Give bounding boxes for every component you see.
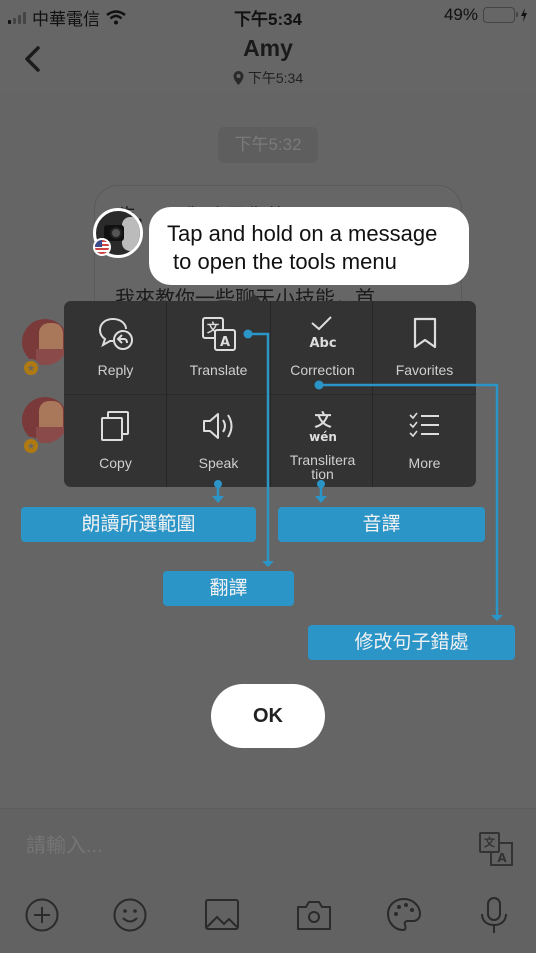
tooltip: Tap and hold on a message to open the to… <box>149 207 469 285</box>
menu-item-label: Favorites <box>395 362 454 378</box>
smiley-icon[interactable] <box>112 897 148 933</box>
menu-item-label: Translate <box>189 362 248 378</box>
menu-item-more[interactable]: More <box>373 394 476 487</box>
tooltip-line2: to open the tools menu <box>173 249 397 274</box>
callout-correction: 修改句子錯處 <box>308 625 515 660</box>
reply-bubble-icon <box>98 318 133 350</box>
menu-item-label: Correction <box>290 362 355 378</box>
callout-speak: 朗讀所選範圍 <box>21 507 256 542</box>
menu-item-label: Copy <box>99 455 132 471</box>
message-timestamp: 下午5:32 <box>218 127 318 163</box>
menu-item-transliteration[interactable]: 文 wén Translitera tion <box>271 394 374 487</box>
svg-text:文: 文 <box>314 410 332 431</box>
image-icon[interactable] <box>204 897 240 933</box>
menu-item-label: Translitera tion <box>289 452 356 482</box>
callout-transliteration: 音譯 <box>278 507 485 542</box>
nav-bar: Amy 下午5:34 <box>0 30 536 92</box>
camera-icon[interactable] <box>296 897 332 933</box>
message-tools-menu: Reply 文A Translate Abc Correction Favori… <box>64 294 476 487</box>
menu-item-reply[interactable]: Reply <box>64 301 167 394</box>
status-bar: 中華電信 下午5:34 49% <box>0 0 536 30</box>
message-input[interactable] <box>26 835 446 858</box>
location-pin-icon <box>233 71 244 85</box>
battery-percent: 49% <box>443 5 478 24</box>
last-seen: 下午5:34 <box>247 70 304 86</box>
translate-icon: 文A <box>201 317 236 351</box>
charging-bolt-icon <box>521 8 527 22</box>
plus-circle-icon[interactable] <box>24 897 60 933</box>
svg-text:Abc: Abc <box>309 336 336 351</box>
menu-item-correction[interactable]: Abc Correction <box>271 301 374 394</box>
svg-text:文: 文 <box>484 835 496 849</box>
svg-text:wén: wén <box>309 430 337 444</box>
palette-icon[interactable] <box>386 897 422 933</box>
contact-name: Amy <box>243 35 293 61</box>
checklist-icon <box>408 412 439 438</box>
copy-icon <box>100 411 129 441</box>
star-badge-icon: ★ <box>22 359 40 377</box>
us-flag-icon <box>93 238 111 256</box>
menu-item-translate[interactable]: 文A Translate <box>167 301 270 394</box>
callout-translate: 翻譯 <box>163 571 294 606</box>
microphone-icon[interactable] <box>476 897 512 933</box>
menu-item-copy[interactable]: Copy <box>64 394 167 487</box>
battery-icon <box>483 7 518 23</box>
screen: 中華電信 下午5:34 49% Amy 下午5:34 下午5:32 嗨， ：我叫… <box>0 0 536 953</box>
menu-item-label: Reply <box>97 362 134 378</box>
svg-text:A: A <box>219 335 229 350</box>
svg-text:A: A <box>497 851 507 865</box>
star-badge-icon: ★ <box>22 437 40 455</box>
transliteration-icon: 文wén <box>309 410 337 444</box>
check-abc-icon: Abc <box>309 316 336 351</box>
bookmark-icon <box>413 317 436 349</box>
speaker-icon <box>202 413 232 439</box>
menu-item-label: Speak <box>198 455 239 471</box>
tooltip-line1: Tap and hold on a message <box>167 221 438 246</box>
menu-item-label: More <box>408 455 441 471</box>
ok-button[interactable]: OK <box>211 684 325 748</box>
translate-icon[interactable]: 文A <box>478 831 514 867</box>
input-bar: 文A <box>0 808 536 953</box>
menu-item-favorites[interactable]: Favorites <box>373 301 476 394</box>
menu-item-speak[interactable]: Speak <box>167 394 270 487</box>
